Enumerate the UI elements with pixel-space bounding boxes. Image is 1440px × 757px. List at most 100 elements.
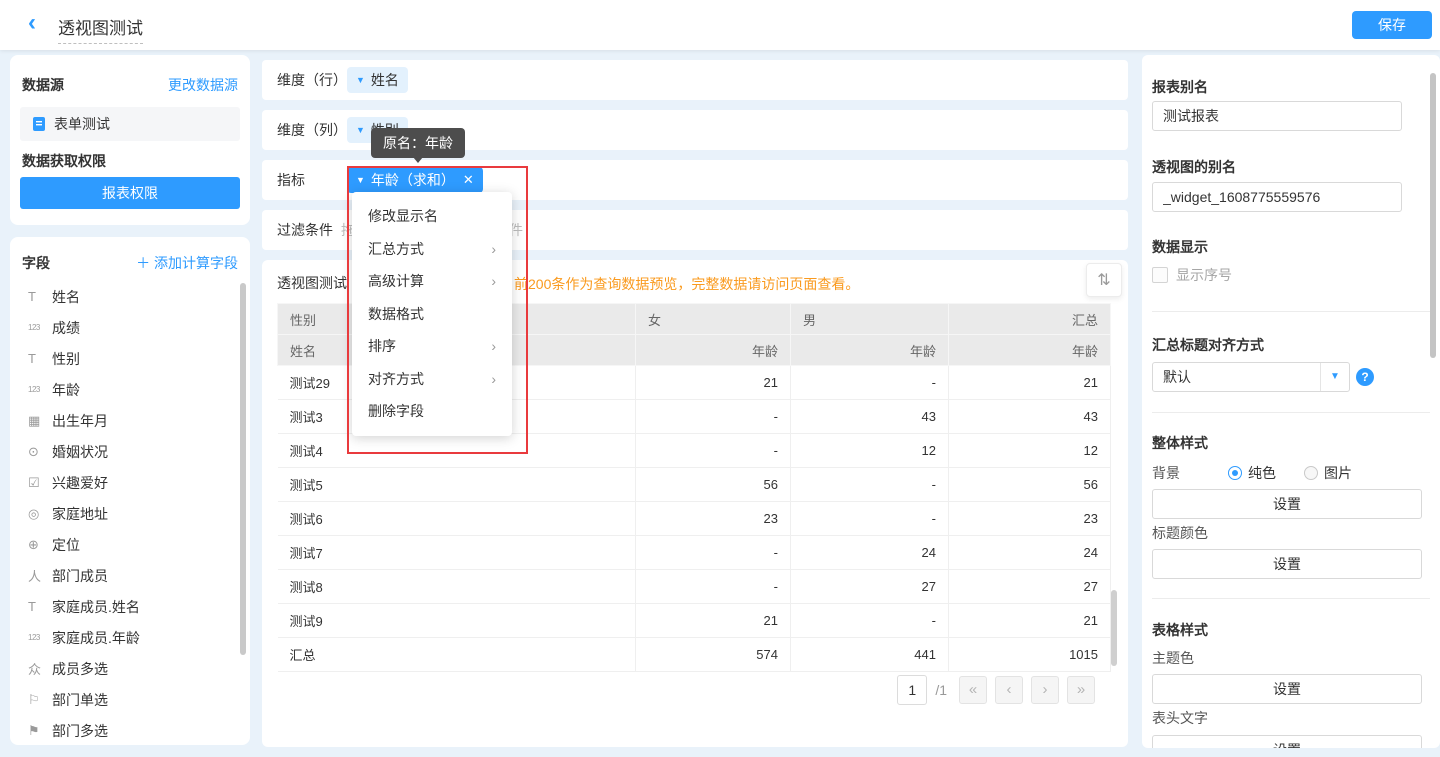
remove-icon[interactable]: ✕ [463, 172, 474, 188]
cell-value: 56 [949, 468, 1111, 502]
fields-scrollbar[interactable] [240, 283, 246, 655]
current-page[interactable]: 1 [897, 675, 927, 705]
menu-item[interactable]: 数据格式 [352, 298, 512, 331]
sort-icon[interactable]: ⇅ [1086, 263, 1122, 297]
field-item[interactable]: ⚑部门多选 [10, 715, 250, 745]
field-label: 成绩 [52, 318, 80, 338]
row-label: 测试8 [278, 570, 636, 604]
field-item[interactable]: T性别 [10, 343, 250, 374]
cell-value: 1015 [949, 638, 1111, 672]
menu-item-label: 排序 [368, 330, 396, 363]
background-set-button[interactable]: 设置 [1152, 489, 1422, 519]
menu-item[interactable]: 汇总方式› [352, 233, 512, 266]
prev-page-button[interactable]: ‹ [995, 676, 1023, 704]
report-permission-button[interactable]: 报表权限 [20, 177, 240, 209]
field-item[interactable]: ▦出生年月 [10, 405, 250, 436]
field-label: 部门成员 [52, 566, 108, 586]
settings-scrollbar[interactable] [1430, 73, 1436, 358]
row-dimension-tag[interactable]: ▼ 姓名 [347, 67, 408, 93]
field-item[interactable]: T姓名 [10, 281, 250, 312]
field-label: 婚姻状况 [52, 442, 108, 462]
field-label: 成员多选 [52, 659, 108, 679]
report-alias-input[interactable] [1152, 101, 1402, 131]
first-page-button[interactable]: « [959, 676, 987, 704]
field-item[interactable]: 123家庭成员.年龄 [10, 622, 250, 653]
menu-item-label: 删除字段 [368, 395, 424, 428]
table-row: 测试556-56 [278, 468, 1111, 502]
header-text-set-button[interactable]: 设置 [1152, 735, 1422, 748]
cell-value: - [791, 502, 949, 536]
cell-value: 24 [949, 536, 1111, 570]
table-row: 测试8-2727 [278, 570, 1111, 604]
summary-align-select[interactable]: 默认 ▼ [1152, 362, 1350, 392]
back-icon[interactable]: ‹ [28, 9, 36, 37]
checkbox-icon[interactable] [1152, 267, 1168, 283]
field-label: 姓名 [52, 287, 80, 307]
background-radio-row: 背景 纯色 图片 [1152, 463, 1430, 483]
fields-title: 字段 [22, 253, 50, 273]
solid-radio[interactable] [1228, 466, 1242, 480]
image-radio[interactable] [1304, 466, 1318, 480]
menu-item[interactable]: 对齐方式› [352, 363, 512, 396]
text-icon: T [28, 351, 52, 366]
text-icon: T [28, 289, 52, 304]
field-item[interactable]: 123成绩 [10, 312, 250, 343]
field-item[interactable]: ⚐部门单选 [10, 684, 250, 715]
table-row: 测试623-23 [278, 502, 1111, 536]
cell-value: - [791, 468, 949, 502]
position-icon: ⊕ [28, 537, 52, 553]
menu-item-label: 修改显示名 [368, 200, 438, 233]
field-item[interactable]: ◎家庭地址 [10, 498, 250, 529]
field-item[interactable]: T家庭成员.姓名 [10, 591, 250, 622]
pivot-alias-input[interactable] [1152, 182, 1402, 212]
page-title: 透视图测试 [58, 14, 143, 44]
table-row: 汇总5744411015 [278, 638, 1111, 672]
plus-icon: ＋ [136, 255, 154, 271]
field-label: 家庭成员.姓名 [52, 597, 140, 617]
field-label: 性别 [52, 349, 80, 369]
field-item[interactable]: ☑兴趣爱好 [10, 467, 250, 498]
number-icon: 123 [28, 323, 52, 332]
show-index-checkbox-row[interactable]: 显示序号 [1152, 265, 1232, 285]
row-label: 测试5 [278, 468, 636, 502]
show-index-label: 显示序号 [1176, 265, 1232, 285]
divider [1152, 311, 1430, 312]
chevron-down-icon: ▼ [356, 125, 365, 135]
permission-title: 数据获取权限 [22, 151, 106, 171]
theme-color-set-button[interactable]: 设置 [1152, 674, 1422, 704]
datasource-panel: 数据源 更改数据源 表单测试 数据获取权限 报表权限 [10, 55, 250, 225]
submenu-arrow-icon: › [491, 330, 496, 363]
next-page-button[interactable]: › [1031, 676, 1059, 704]
menu-item[interactable]: 删除字段 [352, 395, 512, 428]
field-item[interactable]: 123年龄 [10, 374, 250, 405]
form-document-icon [32, 116, 46, 132]
datasource-title: 数据源 [22, 75, 64, 95]
field-item[interactable]: ⊕定位 [10, 529, 250, 560]
field-item[interactable]: 众成员多选 [10, 653, 250, 684]
header-text-label: 表头文字 [1152, 708, 1208, 728]
menu-item[interactable]: 修改显示名 [352, 200, 512, 233]
datasource-item[interactable]: 表单测试 [20, 107, 240, 141]
table-scrollbar[interactable] [1111, 590, 1117, 666]
location-icon: ◎ [28, 506, 52, 522]
date-icon: ▦ [28, 413, 52, 429]
cell-value: 21 [636, 366, 791, 400]
field-item[interactable]: 人部门成员 [10, 560, 250, 591]
field-item[interactable]: ⊙婚姻状况 [10, 436, 250, 467]
cell-value: 27 [791, 570, 949, 604]
add-calc-field-link[interactable]: ＋ 添加计算字段 [136, 253, 238, 273]
row-dimension-label: 维度（行） [277, 70, 347, 90]
menu-item[interactable]: 排序 › [352, 330, 512, 363]
menu-item[interactable]: 高级计算› [352, 265, 512, 298]
cell-value: 12 [949, 434, 1111, 468]
save-button[interactable]: 保存 [1352, 11, 1432, 39]
help-icon[interactable]: ? [1356, 368, 1374, 386]
title-color-set-button[interactable]: 设置 [1152, 549, 1422, 579]
header-cell: 汇总 [949, 304, 1111, 335]
metric-tag[interactable]: ▼ 年龄（求和） ✕ [347, 167, 483, 193]
change-datasource-link[interactable]: 更改数据源 [168, 75, 238, 95]
field-label: 出生年月 [52, 411, 108, 431]
row-label: 汇总 [278, 638, 636, 672]
last-page-button[interactable]: » [1067, 676, 1095, 704]
cell-value: 21 [949, 366, 1111, 400]
